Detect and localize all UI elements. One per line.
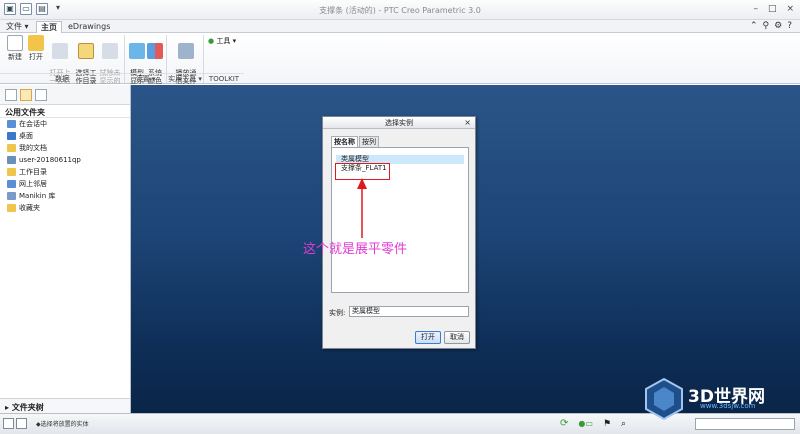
open-button[interactable]: 打开 [24,35,48,61]
network-icon [7,180,16,188]
folder-my-documents[interactable]: 我的文档 [0,142,130,154]
search-icon[interactable]: ⚲ [763,21,770,31]
ribbon-tabs: 文件 ▾ 主页 eDrawings ⌃ ⚲ ⚙ ? [0,20,800,33]
favorites-folder-icon [7,204,16,212]
common-folders-header: 公用文件夹 [0,105,130,118]
minimize-icon[interactable]: – [753,4,758,14]
annotation-arrow [357,178,367,238]
maximize-icon[interactable]: □ [768,4,777,14]
play-trail-icon [178,43,194,59]
open-last-session-icon [52,43,68,59]
navigator-tabs [0,85,130,105]
folder-working-directory[interactable]: 工作目录 [0,166,130,178]
ribbon-right-tools: ⌃ ⚲ ⚙ ? [750,21,792,31]
folder-manikin-library[interactable]: Manikin 库 [0,190,130,202]
folder-desktop[interactable]: 桌面 [0,130,130,142]
instance-input[interactable]: 类属模型 [349,306,469,317]
folder-favorites[interactable]: 收藏夹 [0,202,130,214]
instance-label: 实例: [329,309,346,317]
folder-network[interactable]: 网上邻居 [0,178,130,190]
folder-in-session[interactable]: 在会话中 [0,118,130,130]
favorites-tab-icon[interactable] [35,89,47,101]
dialog-title-bar: 选择实例 × [323,117,475,129]
toggle-browser-icon[interactable] [16,418,27,429]
session-icon [7,120,16,128]
group-data[interactable]: 数据 [0,73,124,83]
folder-browser-tab-icon[interactable] [20,89,32,101]
tab-by-column[interactable]: 按列 [359,136,379,147]
computer-icon [7,156,16,164]
tab-home[interactable]: 主页 [36,21,62,33]
folder-open-icon [28,35,44,51]
status-bar-icons [3,418,27,429]
dialog-tabs: 按名称 按列 [331,136,380,147]
find-icon[interactable]: ⌕ [621,419,626,429]
status-message: ◆选择将放置的实体 [36,421,89,428]
group-toolkit[interactable]: TOOLKIT [204,73,244,83]
group-utilities[interactable]: 实用工具 ▾ [167,73,203,83]
regenerate-icon[interactable]: ⟳ [560,418,568,429]
open-button[interactable]: 打开 [415,331,441,344]
watermark-url: www.3dsjw.com [700,402,756,410]
navigator-panel: 公用文件夹 在会话中 桌面 我的文档 user-20180611qp 工作目录 … [0,85,131,413]
documents-folder-icon [7,144,16,152]
system-colors-icon [147,43,163,59]
tab-by-name[interactable]: 按名称 [331,136,358,147]
settings-icon[interactable]: ⚙ [774,21,782,31]
new-icon [7,35,23,51]
working-directory-icon [78,43,94,59]
folder-user-computer[interactable]: user-20180611qp [0,154,130,166]
working-folder-icon [7,168,16,176]
tab-edrawings[interactable]: eDrawings [64,21,114,33]
close-window-icon[interactable]: × [786,4,794,14]
folder-tree-toggle[interactable]: ▸ 文件夹树 [0,398,130,413]
flag-icon[interactable]: ⚑ [603,419,611,429]
ribbon: 新建 打开 打开上 一会话 选择工 作目录 拭除未 显示的 模型 显示 系统 颜… [0,33,800,85]
manikin-icon [7,192,16,200]
window-title: 支撑条 (活动的) - PTC Creo Parametric 3.0 [319,6,481,15]
status-indicator-icon: ●▭ [578,419,593,428]
group-settings[interactable]: 设置 ▾ [125,73,166,83]
toggle-navigator-icon[interactable] [3,418,14,429]
select-instance-dialog: 选择实例 × 按名称 按列 类属模型 支撑条_FLAT1 实例: 类属模型 打开… [322,116,476,349]
model-tree-tab-icon[interactable] [5,89,17,101]
tools-menu[interactable]: ● 工具 ▾ [208,36,236,46]
title-bar: ▣ ▭ ▤ ▾ 支撑条 (活动的) - PTC Creo Parametric … [0,0,800,20]
erase-icon [102,43,118,59]
dialog-close-icon[interactable]: × [464,117,471,129]
minimize-ribbon-icon[interactable]: ⌃ [750,21,758,31]
status-tools: ⟳ ●▭ ⚑ ⌕ [560,418,626,429]
cancel-button[interactable]: 取消 [444,331,470,344]
window-controls: – □ × [753,4,794,14]
tools-icon: ● [208,37,215,45]
tab-file[interactable]: 文件 ▾ [2,21,33,33]
help-icon[interactable]: ? [787,21,792,31]
desktop-icon [7,132,16,140]
annotation-text: 这个就是展平零件 [303,242,408,257]
